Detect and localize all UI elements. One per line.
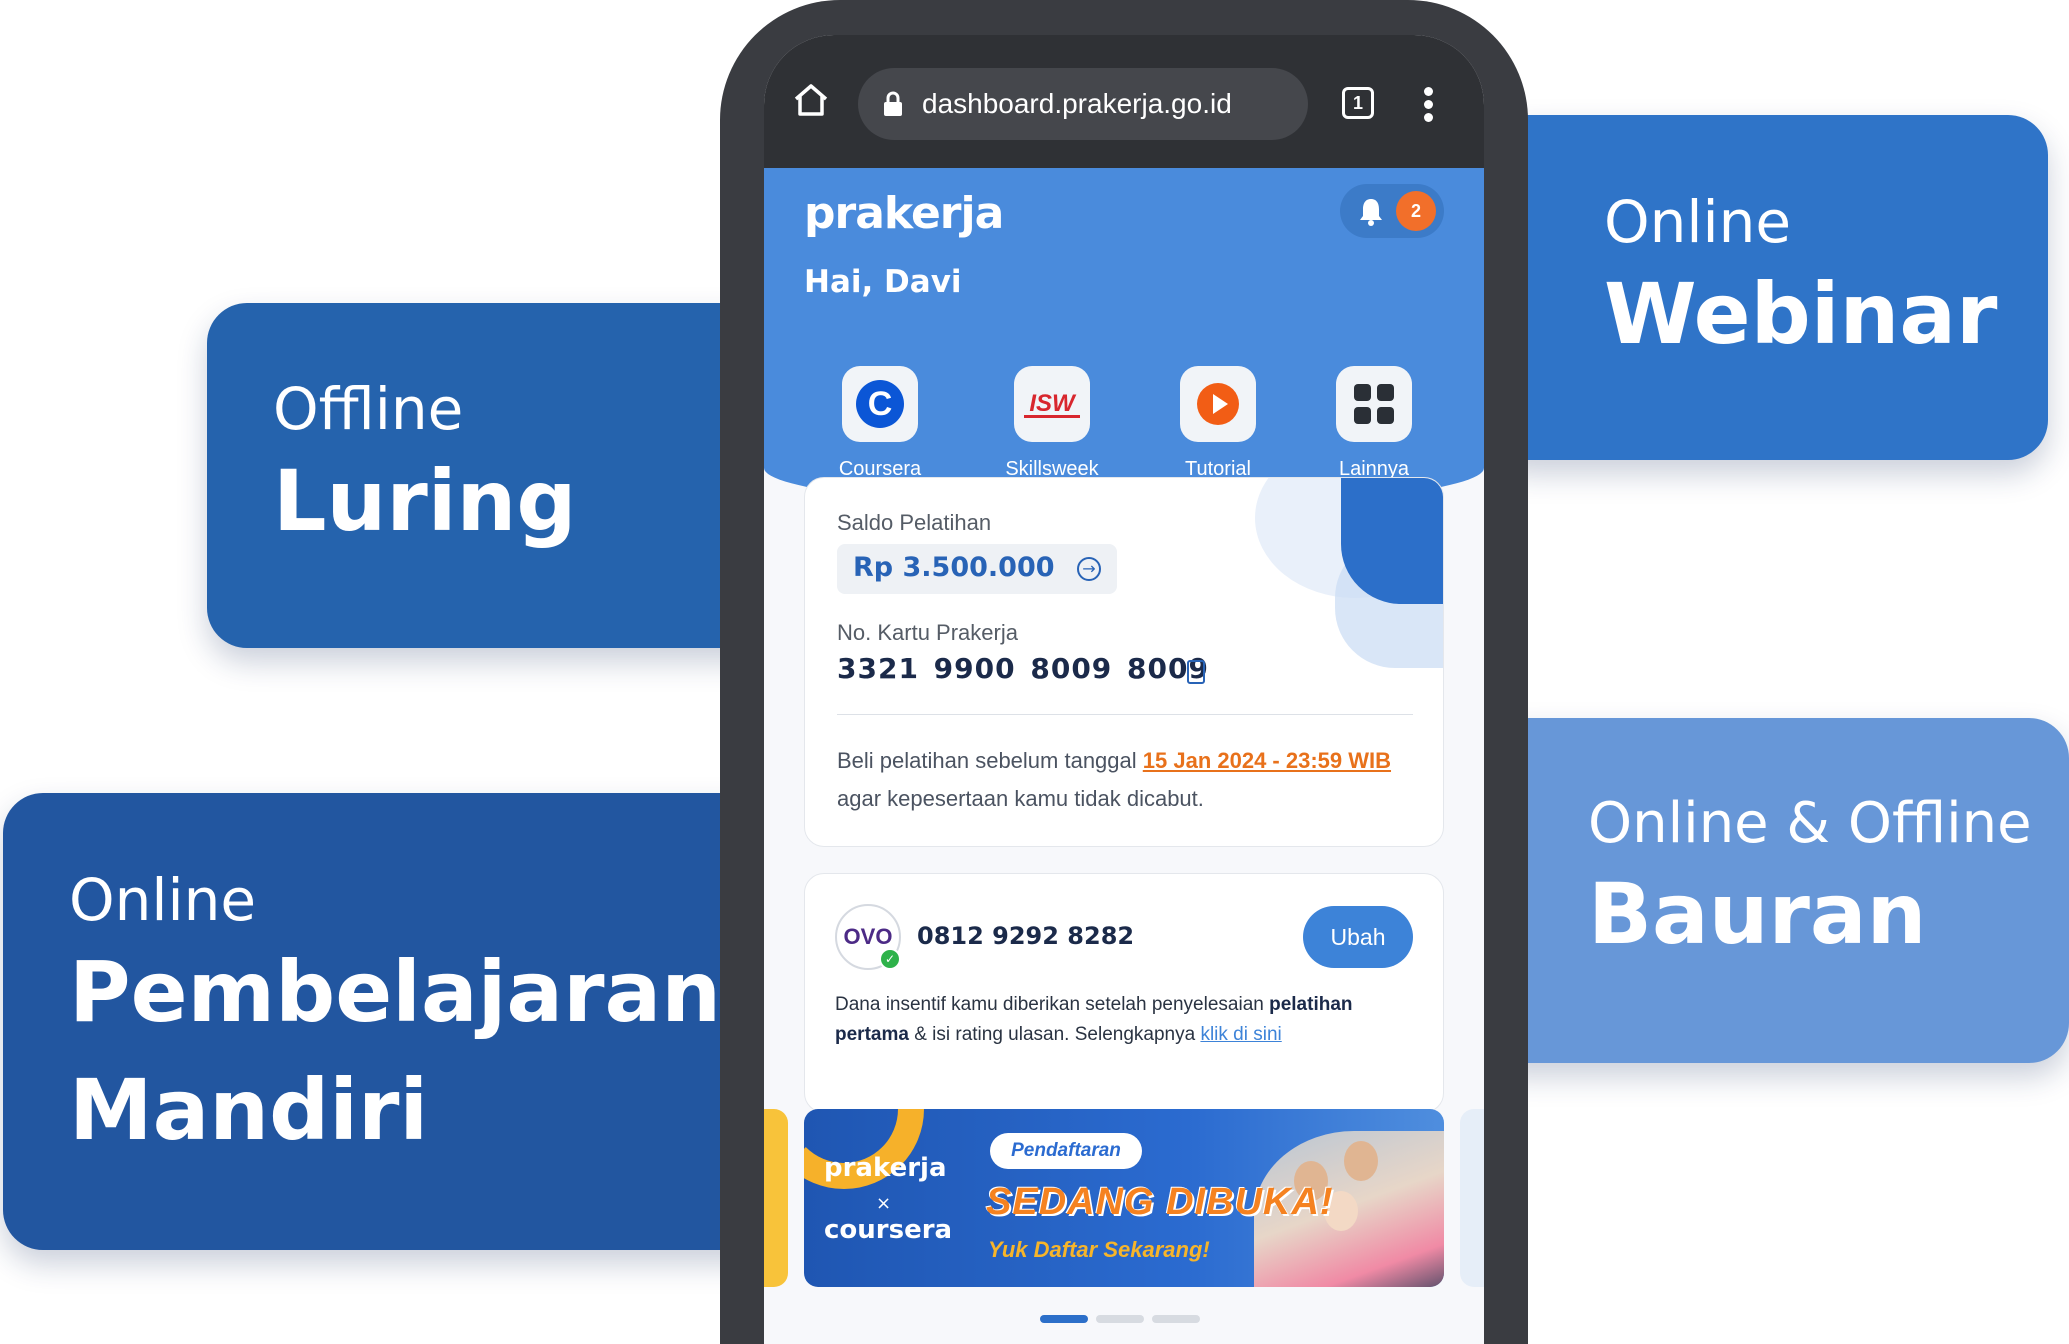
bell-icon <box>1360 199 1382 226</box>
card-webinar-title: Webinar <box>1604 265 1998 363</box>
banner-x: × <box>876 1193 892 1214</box>
card-mandiri-title-line1: Pembelajaran <box>69 943 722 1041</box>
skillsweek-icon: ISW <box>1024 390 1080 418</box>
balance-card: Saldo Pelatihan Rp 3.500.000 → No. Kartu… <box>804 477 1444 847</box>
lock-icon <box>884 91 902 116</box>
shortcut-coursera[interactable]: C Coursera <box>810 366 950 481</box>
ovo-card: OVO ✓ 0812 9292 8282 Ubah Dana insentif … <box>804 873 1444 1113</box>
url-text: dashboard.prakerja.go.id <box>922 88 1232 119</box>
balance-amount-button[interactable]: Rp 3.500.000 → <box>837 544 1117 594</box>
carousel-dot[interactable] <box>1096 1315 1144 1323</box>
card-bauran-sub: Online & Offline <box>1588 791 2032 856</box>
banner-subline: Yuk Daftar Sekarang! <box>988 1237 1210 1262</box>
browser-toolbar: dashboard.prakerja.go.id 1 <box>764 35 1484 168</box>
notification-count-badge: 2 <box>1396 191 1436 231</box>
check-icon: ✓ <box>879 948 901 970</box>
banner-coursera-logo: coursera <box>824 1215 953 1245</box>
card-bauran-title: Bauran <box>1588 865 1927 963</box>
notification-button[interactable]: 2 <box>1340 184 1444 238</box>
banner-previous-peek[interactable] <box>764 1109 788 1287</box>
copy-icon[interactable] <box>1187 660 1205 684</box>
balance-label: Saldo Pelatihan <box>837 510 992 535</box>
ovo-phone-number: 0812 9292 8282 <box>917 922 1135 950</box>
card-mandiri-title-line2: Mandiri <box>69 1060 429 1159</box>
card-webinar-sub: Online <box>1604 188 1792 256</box>
carousel-dot[interactable] <box>1040 1315 1088 1323</box>
balance-amount: Rp 3.500.000 <box>853 552 1055 583</box>
divider <box>837 714 1413 715</box>
phone-screen: dashboard.prakerja.go.id 1 prakerja 2 Ha… <box>764 35 1484 1344</box>
change-button[interactable]: Ubah <box>1303 906 1413 968</box>
url-bar[interactable]: dashboard.prakerja.go.id <box>858 68 1308 140</box>
more-info-link[interactable]: klik di sini <box>1200 1024 1281 1045</box>
deadline-link[interactable]: 15 Jan 2024 - 23:59 WIB <box>1143 748 1391 773</box>
tabs-icon[interactable]: 1 <box>1342 87 1374 119</box>
home-icon[interactable] <box>792 81 830 119</box>
shortcut-tutorial[interactable]: Tutorial <box>1148 366 1288 481</box>
shortcut-lainnya[interactable]: Lainnya <box>1304 366 1444 481</box>
arrow-right-circle-icon: → <box>1077 557 1101 581</box>
coursera-icon: C <box>856 380 904 428</box>
grid-icon <box>1354 384 1394 424</box>
deadline-note: Beli pelatihan sebelum tanggal 15 Jan 20… <box>837 748 1392 811</box>
carousel-indicator <box>1040 1308 1208 1327</box>
promo-banner[interactable]: prakerja × coursera Pendaftaran SEDANG D… <box>804 1109 1444 1287</box>
prakerja-logo: prakerja <box>804 188 1004 239</box>
card-bauran: Online & Offline Bauran <box>1476 718 2069 1063</box>
banner-prakerja-logo: prakerja <box>824 1153 947 1183</box>
banner-headline: SEDANG DIBUKA! <box>986 1181 1334 1223</box>
incentive-note: Dana insentif kamu diberikan setelah pen… <box>835 994 1353 1045</box>
app-header: prakerja 2 Hai, Davi C Coursera ISW Skil… <box>764 168 1484 508</box>
greeting: Hai, Davi <box>804 264 962 300</box>
decoration-shape <box>1341 478 1443 604</box>
banner-next-peek[interactable] <box>1460 1109 1484 1287</box>
card-mandiri-sub: Online <box>69 866 257 934</box>
menu-icon[interactable] <box>1424 87 1434 122</box>
card-webinar: Online Webinar <box>1488 115 2048 460</box>
play-icon <box>1197 383 1239 425</box>
carousel-dot[interactable] <box>1152 1315 1200 1323</box>
card-mandiri: Online Pembelajaran Mandiri <box>3 793 803 1250</box>
shortcut-skillsweek[interactable]: ISW Skillsweek <box>982 366 1122 481</box>
card-number: 3321 9900 8009 8009 <box>837 652 1209 685</box>
card-number-label: No. Kartu Prakerja <box>837 620 1018 645</box>
banner-pill: Pendaftaran <box>990 1133 1142 1169</box>
